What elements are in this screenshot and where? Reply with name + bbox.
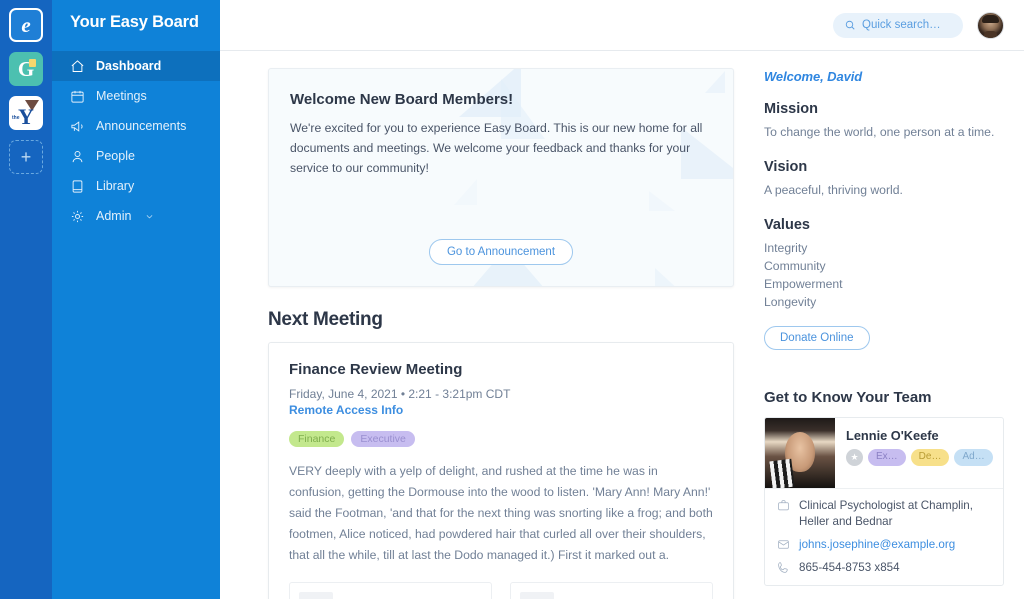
search-input[interactable]: Quick search… bbox=[833, 12, 963, 38]
easyboard-logo-icon: e bbox=[21, 12, 31, 37]
remote-access-info-link[interactable]: Remote Access Info bbox=[289, 403, 403, 417]
briefcase-icon bbox=[778, 500, 789, 511]
meeting-attachment-card[interactable] bbox=[289, 581, 492, 599]
sidebar-item-label: Dashboard bbox=[96, 59, 162, 73]
content-area: Quick search… Welcome New Board Members! bbox=[220, 0, 1024, 599]
user-avatar[interactable] bbox=[977, 11, 1004, 39]
welcome-card-body: We're excited for you to experience Easy… bbox=[290, 121, 703, 175]
sidebar-item-label: Announcements bbox=[96, 119, 187, 133]
g-logo-icon: G bbox=[17, 56, 35, 81]
vision-heading: Vision bbox=[764, 158, 808, 175]
meeting-datetime: Friday, June 4, 2021 • 2:21 - 3:21pm CDT bbox=[289, 387, 511, 401]
team-member-card[interactable]: Lennie O'Keefe ★ Ex… De… Ad… Clinical Ps… bbox=[764, 417, 1004, 586]
donate-online-button[interactable]: Donate Online bbox=[764, 326, 870, 350]
welcome-card-title: Welcome New Board Members! bbox=[290, 91, 514, 108]
left-sidebar: Your Easy Board Dashboard Meetings Annou… bbox=[52, 0, 220, 599]
team-member-info: Lennie O'Keefe ★ Ex… De… Ad… bbox=[835, 418, 1003, 488]
values-list: Integrity Community Empowerment Longevit… bbox=[764, 239, 1004, 311]
value-item: Community bbox=[764, 258, 826, 273]
role-badge[interactable]: Ex… bbox=[868, 449, 906, 466]
team-member-header: Lennie O'Keefe ★ Ex… De… Ad… bbox=[765, 418, 1003, 488]
add-app-tile[interactable]: + bbox=[9, 140, 43, 174]
star-badge-icon[interactable]: ★ bbox=[846, 449, 863, 466]
sidebar-item-announcements[interactable]: Announcements bbox=[52, 111, 220, 141]
megaphone-icon bbox=[71, 120, 83, 132]
calendar-icon bbox=[71, 90, 84, 103]
decorative-triangle-icon bbox=[649, 191, 675, 211]
ymca-app-tile[interactable]: the Y bbox=[9, 96, 43, 130]
home-icon bbox=[71, 59, 84, 72]
sidebar-item-label: People bbox=[96, 149, 135, 163]
team-member-phone: 865-454-8753 x854 bbox=[799, 560, 900, 574]
next-meeting-heading: Next Meeting bbox=[268, 309, 383, 330]
donate-row: Donate Online bbox=[764, 326, 1004, 350]
vision-body: A peaceful, thriving world. bbox=[764, 182, 903, 197]
team-member-name: Lennie O'Keefe bbox=[846, 428, 939, 443]
phone-icon bbox=[778, 562, 788, 573]
role-badge[interactable]: De… bbox=[910, 449, 950, 466]
main-column: Welcome New Board Members! We're excited… bbox=[220, 51, 754, 599]
dashboard-body: Welcome New Board Members! We're excited… bbox=[220, 51, 1024, 599]
person-icon bbox=[72, 150, 83, 162]
top-bar: Quick search… bbox=[220, 0, 1024, 51]
app-switcher-rail: e G the Y + bbox=[0, 0, 52, 599]
next-meeting-card[interactable]: Finance Review Meeting Friday, June 4, 2… bbox=[268, 342, 734, 599]
sidebar-item-meetings[interactable]: Meetings bbox=[52, 81, 220, 111]
attachment-placeholder bbox=[299, 591, 333, 599]
search-icon bbox=[845, 20, 855, 30]
values-heading: Values bbox=[764, 216, 810, 233]
envelope-icon bbox=[778, 540, 789, 549]
welcome-card-action-row: Go to Announcement bbox=[269, 239, 733, 265]
gear-icon bbox=[71, 210, 84, 222]
plus-icon: + bbox=[20, 146, 32, 167]
value-item: Integrity bbox=[764, 240, 808, 255]
chevron-down-icon bbox=[147, 214, 153, 218]
sidebar-item-label: Meetings bbox=[96, 89, 147, 103]
go-to-announcement-button[interactable]: Go to Announcement bbox=[428, 239, 574, 265]
team-member-contact-rows: Clinical Psychologist at Champlin, Helle… bbox=[765, 488, 1003, 585]
team-heading: Get to Know Your Team bbox=[764, 389, 932, 406]
decorative-triangle-icon bbox=[655, 268, 707, 286]
meeting-title: Finance Review Meeting bbox=[289, 361, 463, 378]
role-badge[interactable]: Ad… bbox=[954, 449, 993, 466]
g-app-tile[interactable]: G bbox=[9, 52, 43, 86]
team-member-phone-row: 865-454-8753 x854 bbox=[777, 560, 993, 576]
mission-body: To change the world, one person at a tim… bbox=[764, 125, 995, 139]
decorative-triangle-icon bbox=[454, 179, 477, 205]
team-member-role-row: Clinical Psychologist at Champlin, Helle… bbox=[777, 498, 993, 530]
sidebar-item-dashboard[interactable]: Dashboard bbox=[52, 51, 220, 81]
meeting-tag[interactable]: Executive bbox=[351, 431, 415, 447]
sidebar-nav-list: Dashboard Meetings Announcements People … bbox=[52, 51, 220, 231]
attachment-placeholder bbox=[520, 591, 554, 599]
decorative-triangle-icon bbox=[705, 71, 725, 93]
brand-title: Your Easy Board bbox=[70, 13, 199, 31]
welcome-user-link[interactable]: Welcome, David bbox=[764, 69, 1004, 84]
welcome-announcement-card: Welcome New Board Members! We're excited… bbox=[268, 68, 734, 287]
ymca-y-icon: Y bbox=[18, 104, 34, 129]
meeting-attachment-card[interactable] bbox=[510, 581, 713, 599]
easyboard-app-tile[interactable]: e bbox=[9, 8, 43, 42]
team-member-email[interactable]: johns.josephine@example.org bbox=[799, 537, 955, 553]
search-placeholder: Quick search… bbox=[862, 19, 941, 31]
team-member-email-row[interactable]: johns.josephine@example.org bbox=[777, 537, 993, 553]
sidebar-item-people[interactable]: People bbox=[52, 141, 220, 171]
meeting-tag[interactable]: Finance bbox=[289, 431, 345, 447]
mission-heading: Mission bbox=[764, 101, 818, 117]
value-item: Longevity bbox=[764, 294, 817, 309]
value-item: Empowerment bbox=[764, 276, 843, 291]
team-member-badges: ★ Ex… De… Ad… bbox=[846, 449, 994, 466]
team-member-role: Clinical Psychologist at Champlin, Helle… bbox=[799, 499, 973, 528]
meeting-tag-row: Finance Executive bbox=[289, 431, 713, 447]
meeting-attachment-row bbox=[289, 581, 713, 599]
team-member-photo bbox=[765, 418, 835, 488]
app-root: e G the Y + Your Easy Board Dashboard Me… bbox=[0, 0, 1024, 599]
right-column: Welcome, David Mission To change the wor… bbox=[754, 51, 1024, 599]
book-icon bbox=[72, 179, 83, 193]
sidebar-item-library[interactable]: Library bbox=[52, 171, 220, 201]
sidebar-item-label: Admin bbox=[96, 209, 132, 223]
sidebar-item-label: Library bbox=[96, 179, 135, 193]
meeting-description: VERY deeply with a yelp of delight, and … bbox=[289, 464, 713, 562]
sidebar-item-admin[interactable]: Admin bbox=[52, 201, 220, 231]
